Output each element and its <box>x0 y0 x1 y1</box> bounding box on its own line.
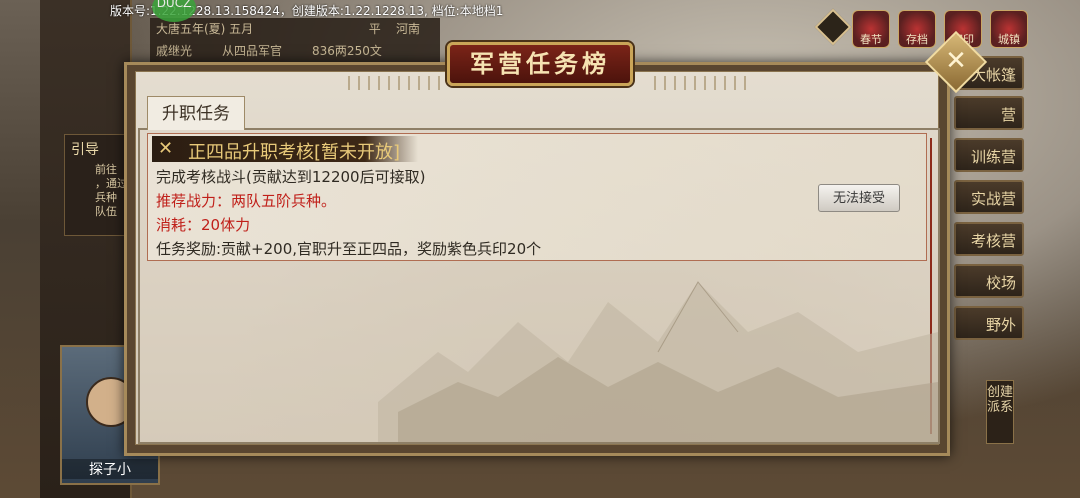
player-rank: 从四品军官 <box>222 44 283 58</box>
cannot-accept-button[interactable]: 无法接受 <box>818 184 900 212</box>
decor-pattern-right <box>654 76 750 90</box>
guide-line: 队伍 <box>95 205 117 218</box>
town-icon[interactable]: 城镇 <box>990 10 1028 48</box>
create-faction-button[interactable]: 创建派系 <box>986 380 1014 444</box>
portrait-name: 探子小 <box>62 459 158 479</box>
task-header: ✕ 正四品升职考核[暂未开放] <box>152 136 418 163</box>
guide-line: 前往 <box>95 163 117 176</box>
decor-pattern-left <box>348 76 444 90</box>
task-reward: 任务奖励:贡献+200,官职升至正四品，奖励紫色兵印20个 <box>156 240 542 258</box>
mountain-landscape <box>378 281 938 442</box>
task-recommended-power: 推荐战力：两队五阶兵种。 <box>156 192 337 210</box>
crossed-swords-icon: ✕ <box>158 138 174 159</box>
task-cost: 消耗：20体力 <box>156 216 251 234</box>
player-row: 戚继光 从四品军官 836两250文 <box>150 40 440 62</box>
dialog-title-plate: 军营任务榜 <box>447 42 633 86</box>
menu-outside-button[interactable]: 野外 <box>954 306 1024 340</box>
player-money: 836两250文 <box>312 44 382 58</box>
menu-exam-button[interactable]: 考核营 <box>954 222 1024 256</box>
tab-promotion-tasks[interactable]: 升职任务 <box>147 96 245 130</box>
guide-line: ，通过 <box>95 177 128 190</box>
save-icon[interactable]: 存档 <box>898 10 936 48</box>
player-info-panel: 大唐五年(夏) 五月 平 河南 戚继光 从四品军官 836两250文 <box>150 18 440 66</box>
menu-combat-button[interactable]: 实战营 <box>954 180 1024 214</box>
menu-training-button[interactable]: 训练营 <box>954 138 1024 172</box>
guide-line: 兵种 <box>95 191 117 204</box>
date-row: 大唐五年(夏) 五月 平 河南 <box>150 18 440 40</box>
player-name: 戚继光 <box>156 44 193 58</box>
guide-title: 引导 <box>71 142 99 158</box>
menu-field-button[interactable]: 校场 <box>954 264 1024 298</box>
task-objective: 完成考核战斗(贡献达到12200后可接取) <box>156 168 426 186</box>
spring-festival-icon[interactable]: 春节 <box>852 10 890 48</box>
task-title: 正四品升职考核[暂未开放] <box>188 142 401 163</box>
close-icon: ✕ <box>945 46 967 76</box>
dialog-title: 军营任务榜 <box>470 50 610 78</box>
menu-camp-button[interactable]: 营 <box>954 96 1024 130</box>
region-text: 平 河南 <box>368 22 420 36</box>
